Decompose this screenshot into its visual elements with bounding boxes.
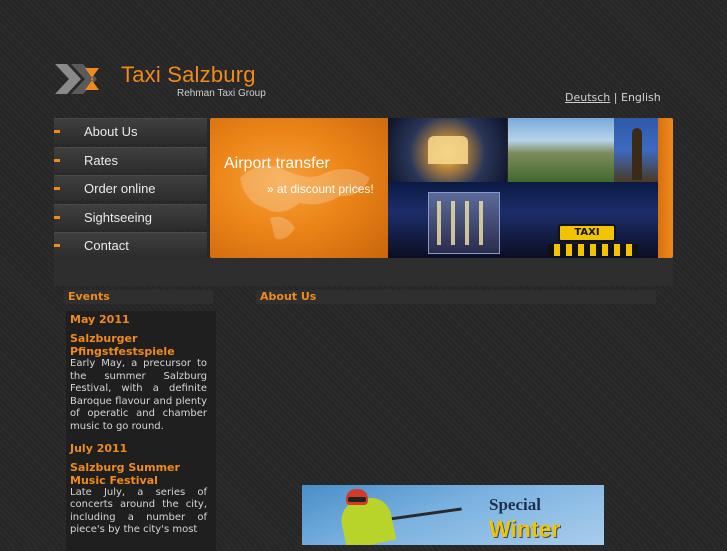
mozart-statue-photo [614, 118, 658, 182]
window-light [451, 201, 455, 245]
content-top-strip [54, 258, 673, 286]
nav-bullet-icon [54, 130, 60, 133]
nav-item-rates[interactable]: Rates [54, 146, 207, 173]
special-winter-ad[interactable]: Special Winter [302, 485, 604, 545]
event-title[interactable]: Salzburger Pfingstfestspiele [70, 332, 207, 358]
banner-promo-panel: Airport transfer » at discount prices! [210, 118, 388, 258]
skier-goggles-shape [348, 497, 366, 502]
taxi-sign: TAXI [558, 224, 616, 242]
site-subtitle: Rehman Taxi Group [177, 88, 266, 99]
nav-item-label: Rates [84, 152, 118, 168]
language-switcher: Deutsch | English [565, 91, 661, 104]
site-title[interactable]: Taxi Salzburg [121, 62, 256, 88]
language-link-deutsch[interactable]: Deutsch [565, 91, 610, 104]
salzburg-night-photo [388, 118, 507, 182]
nav-item-order-online[interactable]: Order online [54, 175, 207, 201]
ad-line-special: Special [489, 495, 541, 514]
nav-item-label: Contact [84, 238, 129, 253]
window-light [479, 201, 483, 245]
banner-headline: Airport transfer [224, 155, 330, 172]
language-link-english[interactable]: English [621, 91, 661, 104]
nav-item-label: Order online [84, 181, 156, 196]
nav-bullet-icon [54, 158, 60, 162]
ad-line-winter: Winter [489, 516, 561, 542]
statue-shape [632, 128, 642, 180]
events-heading: Events [64, 290, 213, 304]
festival-hall-shape [428, 192, 500, 254]
nav-item-contact[interactable]: Contact [54, 232, 207, 258]
window-light [465, 201, 469, 245]
event-month: July 2011 [70, 441, 128, 455]
hero-banner: Airport transfer » at discount prices! T… [210, 118, 673, 258]
events-panel: May 2011 Salzburger Pfingstfestspiele Ea… [66, 311, 216, 551]
nav-bullet-icon [54, 215, 60, 219]
ski-pole-shape [382, 507, 462, 522]
nav-bullet-icon [54, 187, 60, 190]
nav-bullet-icon [54, 244, 60, 247]
taxi-logo-icon[interactable] [55, 62, 105, 96]
window-light [437, 201, 441, 245]
event-description: Early May, a precursor to the summer Sal… [70, 358, 207, 432]
taxi-night-photo: TAXI [388, 182, 658, 258]
nav-item-label: Sightseeing [84, 209, 152, 225]
event-title[interactable]: Salzburg Summer Music Festival [70, 461, 207, 487]
language-separator: | [613, 91, 618, 104]
event-description: Late July, a series of concerts around t… [70, 486, 207, 536]
event-month: May 2011 [70, 313, 130, 326]
nav-item-sightseeing[interactable]: Sightseeing [54, 203, 207, 230]
banner-edge [658, 118, 673, 258]
event-item: May 2011 Salzburger Pfingstfestspiele Ea… [70, 313, 207, 434]
cathedral-shape [428, 136, 468, 164]
about-us-heading: About Us [256, 290, 656, 304]
nav-item-label: About Us [84, 124, 138, 139]
mirabell-gardens-photo [508, 118, 614, 182]
banner-tagline: » at discount prices! [267, 182, 374, 196]
taxi-checker-stripe [548, 244, 638, 256]
event-item: July 2011 Salzburg Summer Music Festival… [70, 442, 207, 537]
nav-item-about-us[interactable]: About Us [54, 118, 207, 144]
main-nav: About Us Rates Order online Sightseeing … [54, 118, 207, 261]
